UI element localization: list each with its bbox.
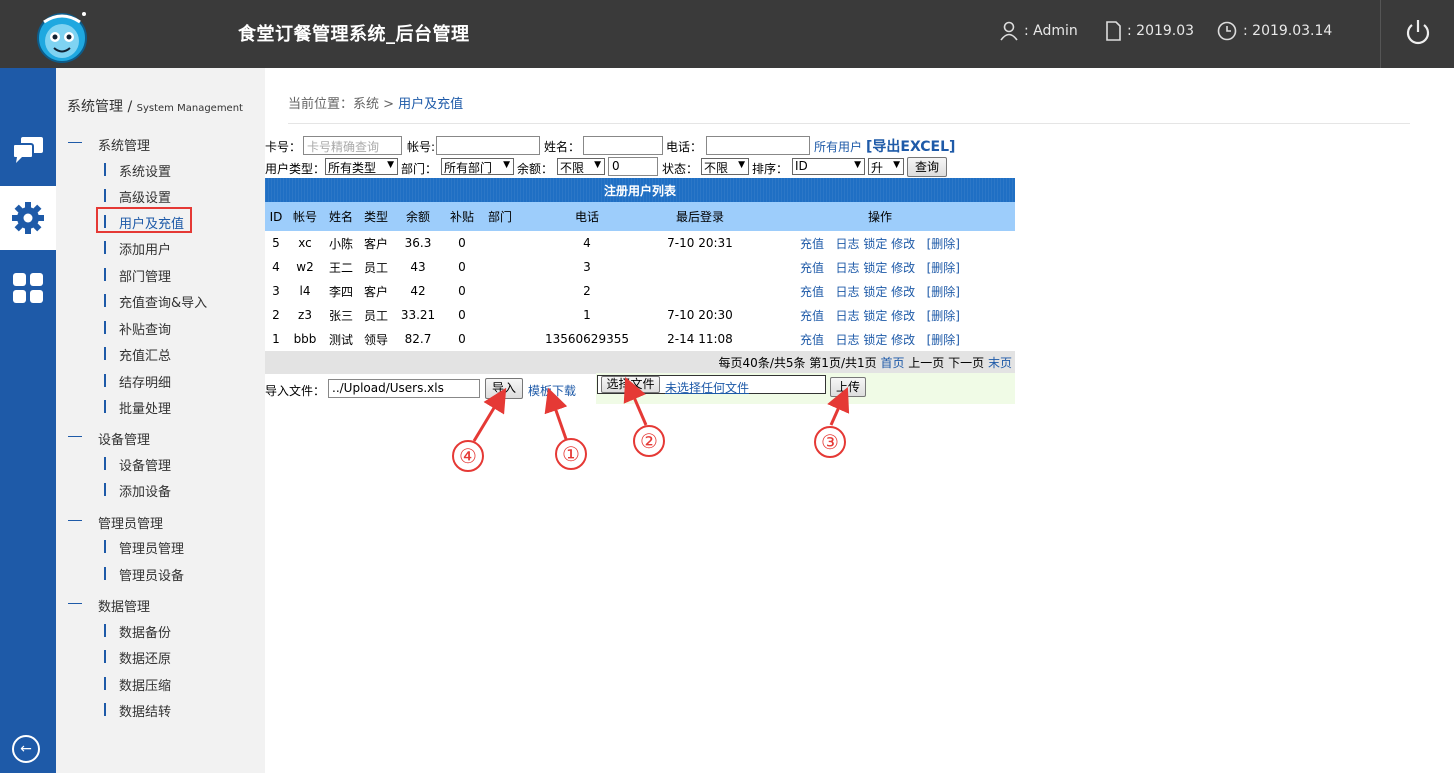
annotation-2: ② (633, 425, 665, 457)
arrow-1 (544, 387, 568, 440)
annotation-arrows (472, 376, 850, 442)
annotation-4: ④ (452, 440, 484, 472)
annotation-3: ③ (814, 426, 846, 458)
arrow-3 (827, 387, 850, 426)
arrow-2 (623, 376, 648, 426)
annotation-1: ① (555, 438, 587, 470)
arrow-4 (472, 387, 507, 442)
